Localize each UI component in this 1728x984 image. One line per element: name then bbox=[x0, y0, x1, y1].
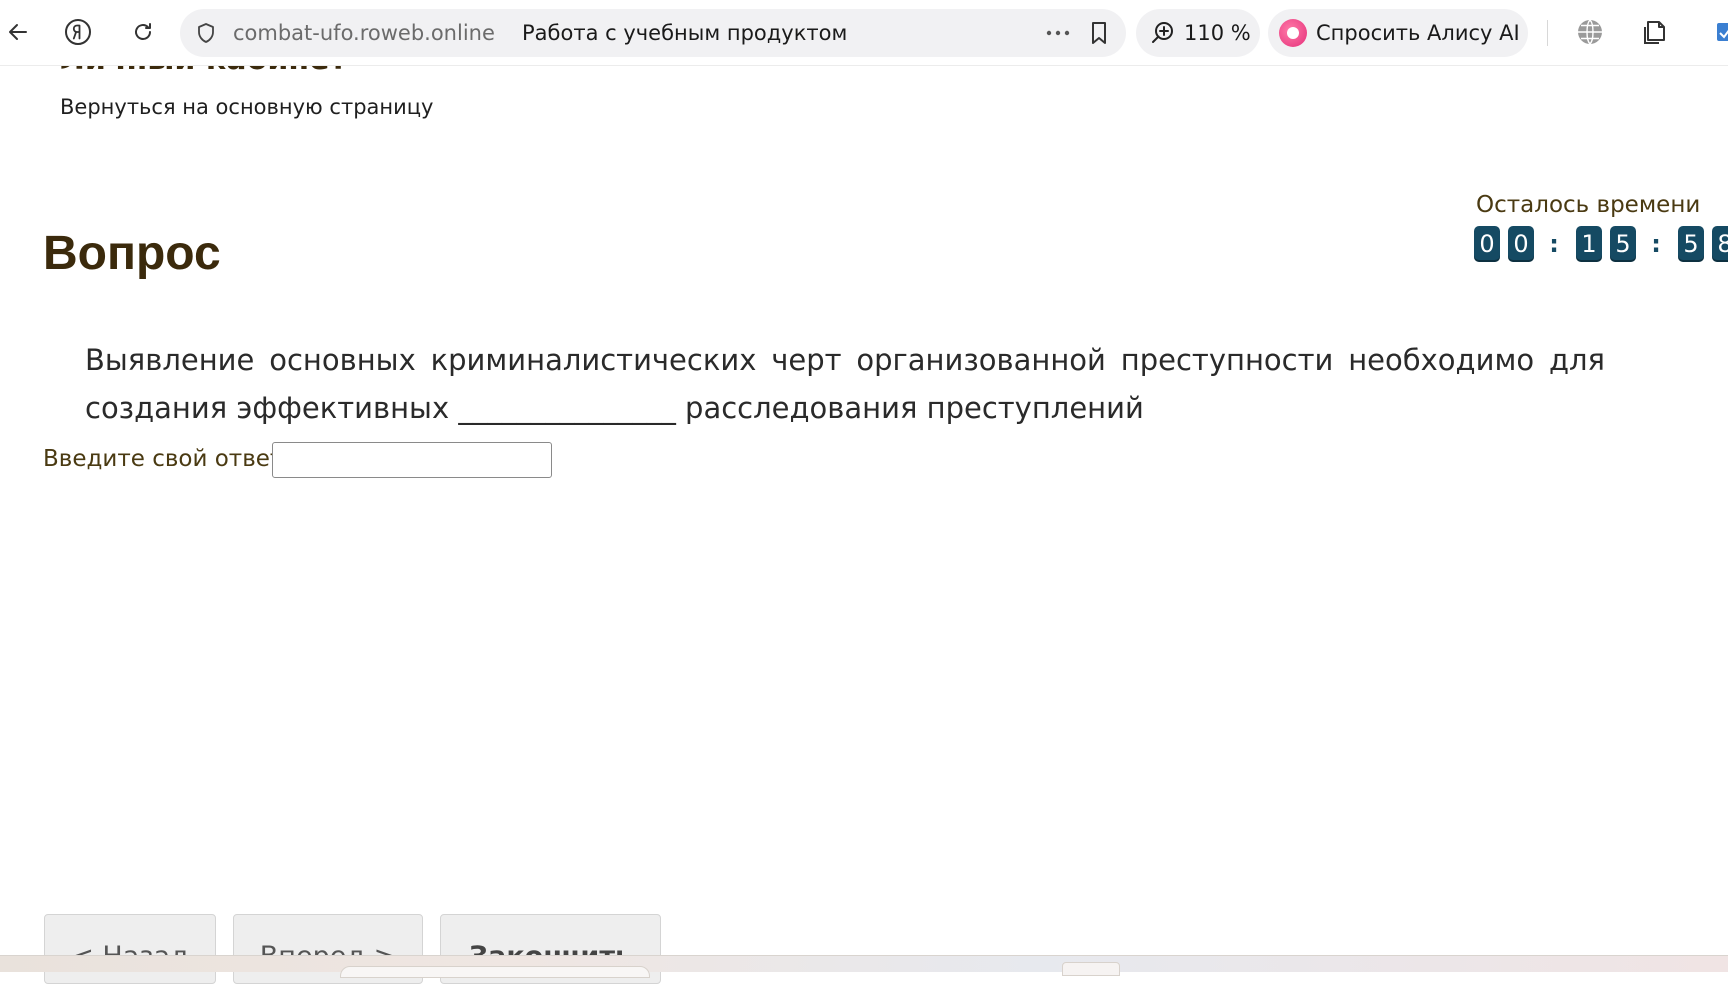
taskbar-tab[interactable] bbox=[1062, 962, 1120, 976]
back-arrow-icon[interactable] bbox=[0, 14, 36, 50]
ask-alice-button[interactable]: Спросить Алису AI bbox=[1268, 9, 1528, 57]
alice-icon bbox=[1279, 19, 1307, 47]
timer-separator: : bbox=[1651, 230, 1661, 258]
answer-input[interactable] bbox=[272, 442, 552, 478]
back-to-main-link[interactable]: Вернуться на основную страницу bbox=[60, 95, 434, 119]
question-line-1: Выявление основных криминалистических че… bbox=[85, 343, 1605, 377]
timer-digit: 8 bbox=[1712, 226, 1728, 262]
timer-separator: : bbox=[1549, 230, 1559, 258]
translate-globe-icon[interactable] bbox=[1572, 14, 1608, 50]
shield-icon[interactable] bbox=[194, 21, 218, 45]
extension-icon[interactable] bbox=[1702, 14, 1728, 50]
answer-label: Введите свой ответ bbox=[43, 446, 284, 472]
browser-toolbar: combat-ufo.roweb.online Работа с учебным… bbox=[0, 0, 1728, 66]
address-domain: combat-ufo.roweb.online bbox=[233, 21, 495, 45]
more-dots-icon[interactable] bbox=[1042, 19, 1074, 47]
zoom-in-icon bbox=[1150, 20, 1176, 46]
bookmark-icon[interactable] bbox=[1086, 19, 1112, 47]
question-heading: Вопрос bbox=[43, 227, 221, 280]
address-page-title: Работа с учебным продуктом bbox=[522, 21, 848, 45]
timer-digit: 5 bbox=[1610, 226, 1636, 262]
timer-digit: 0 bbox=[1474, 226, 1500, 262]
timer-digit: 5 bbox=[1678, 226, 1704, 262]
question-text: Выявление основных криминалистических че… bbox=[85, 336, 1605, 432]
taskbar-strip bbox=[0, 955, 1728, 978]
taskbar-tab[interactable] bbox=[340, 966, 650, 978]
toolbar-divider bbox=[1547, 20, 1548, 46]
timer-digit: 0 bbox=[1508, 226, 1534, 262]
back-button[interactable]: < Назад bbox=[44, 914, 216, 984]
yandex-logo-icon[interactable] bbox=[60, 14, 96, 50]
zoom-indicator[interactable]: 110 % bbox=[1136, 9, 1260, 57]
timer-label: Осталось времени bbox=[1476, 192, 1701, 218]
address-bar[interactable]: combat-ufo.roweb.online Работа с учебным… bbox=[180, 9, 1126, 57]
question-line-2: создания эффективных _______________ рас… bbox=[85, 391, 1144, 425]
collections-icon[interactable] bbox=[1638, 14, 1674, 50]
zoom-level: 110 % bbox=[1184, 21, 1251, 45]
timer-digit: 1 bbox=[1576, 226, 1602, 262]
ask-alice-label: Спросить Алису AI bbox=[1316, 21, 1520, 45]
reload-icon[interactable] bbox=[125, 14, 161, 50]
countdown-timer: 0 0 : 1 5 : 5 8 bbox=[1474, 226, 1728, 262]
